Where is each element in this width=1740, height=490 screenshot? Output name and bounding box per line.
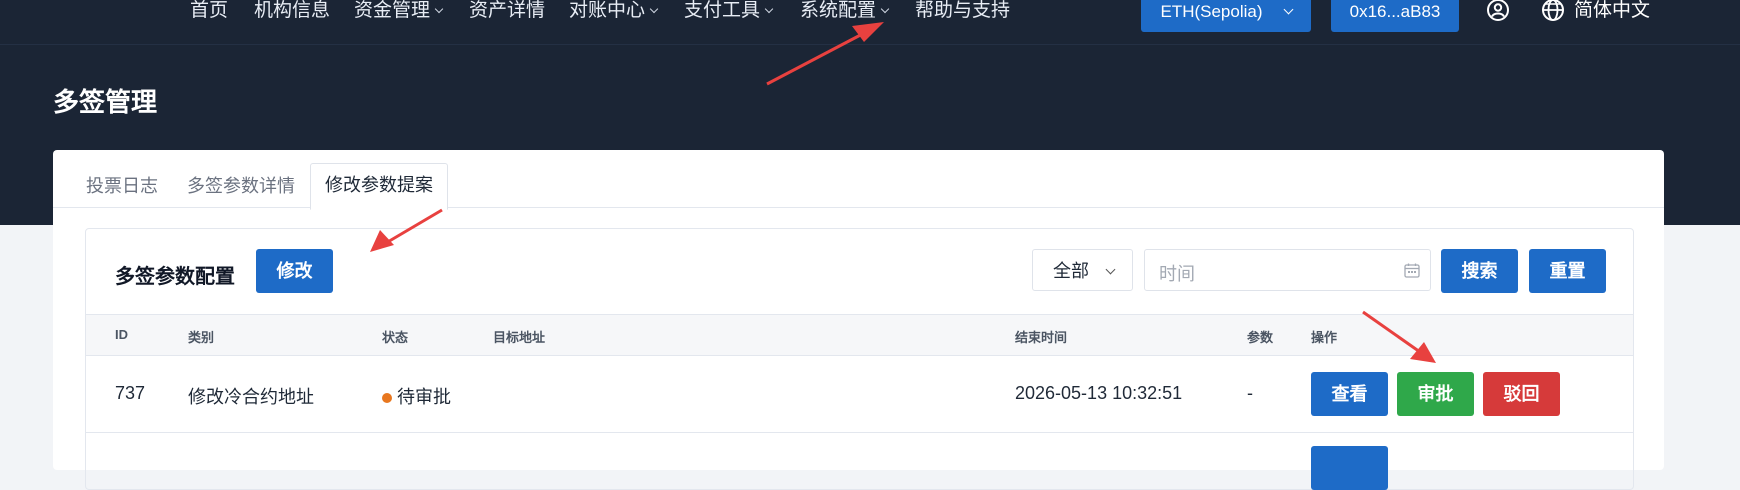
arrow-icon [1362,310,1436,363]
arrow-icon [766,22,884,86]
annotation-arrows [370,22,1436,363]
arrow-icon [370,208,443,252]
